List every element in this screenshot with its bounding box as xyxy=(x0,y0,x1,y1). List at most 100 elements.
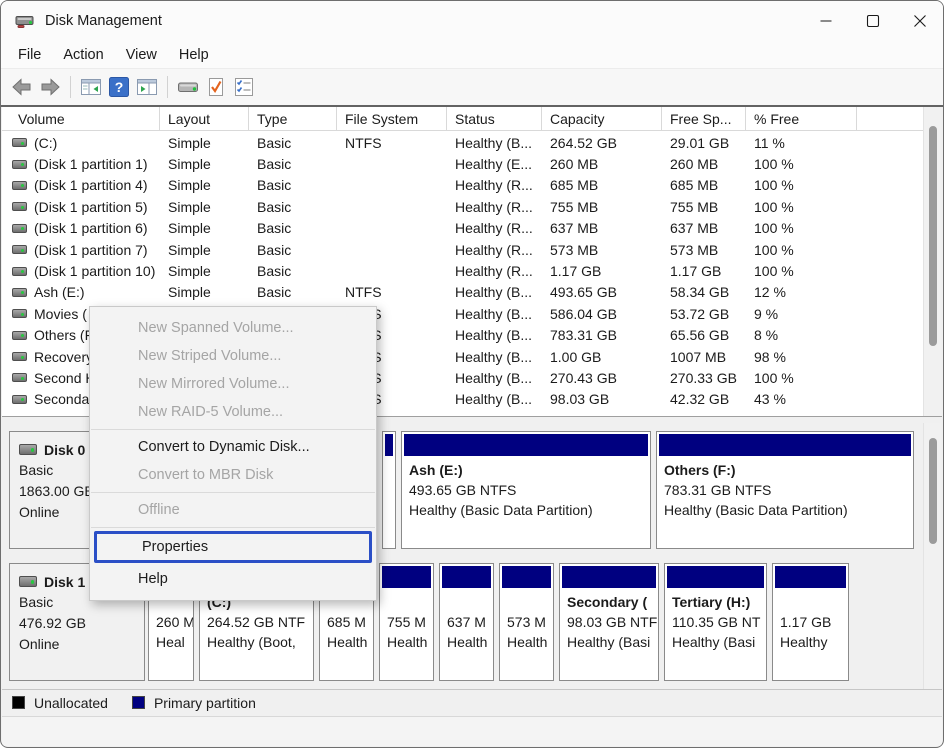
cell: 53.72 GB xyxy=(662,303,746,324)
show-console-tree-button[interactable] xyxy=(77,73,105,101)
partition-size: 783.31 GB NTFS xyxy=(664,480,909,500)
volume-name: Second H xyxy=(34,370,95,386)
context-menu-item-offline: Offline xyxy=(90,496,376,524)
show-action-pane-button[interactable] xyxy=(133,73,161,101)
cell: 100 % xyxy=(746,260,857,281)
partition-size: 685 M xyxy=(327,612,369,632)
column-header-type[interactable]: Type xyxy=(249,107,337,130)
column-header-free[interactable]: % Free xyxy=(746,107,857,130)
partition-body: Tertiary (H:)110.35 GB NTHealthy (Basi xyxy=(665,590,766,652)
column-header-capacity[interactable]: Capacity xyxy=(542,107,662,130)
partition-health: Heal xyxy=(156,632,189,652)
volume-cell: (C:) xyxy=(2,132,160,153)
graph-scrollbar-thumb[interactable] xyxy=(929,438,937,544)
table-row[interactable]: (C:)SimpleBasicNTFSHealthy (B...264.52 G… xyxy=(2,132,923,153)
graph-scrollbar[interactable] xyxy=(923,423,941,689)
context-menu-item-properties[interactable]: Properties xyxy=(94,531,372,563)
menu-view[interactable]: View xyxy=(115,44,168,66)
partition-name: Ash (E:) xyxy=(409,460,646,480)
partition-block[interactable]: Others (F:)783.31 GB NTFSHealthy (Basic … xyxy=(656,431,914,549)
context-menu-item-convert-to-dynamic-disk[interactable]: Convert to Dynamic Disk... xyxy=(90,433,376,461)
column-header-status[interactable]: Status xyxy=(447,107,542,130)
partition-block[interactable]: 573 MHealth xyxy=(499,563,554,681)
back-button[interactable] xyxy=(8,73,36,101)
list-scrollbar[interactable] xyxy=(923,107,941,416)
cell: Simple xyxy=(160,175,249,196)
partition-size: 264.52 GB NTF xyxy=(207,612,309,632)
partition-body: 637 MHealth xyxy=(440,590,493,652)
cell: 100 % xyxy=(746,367,857,388)
cell: 11 % xyxy=(746,132,857,153)
menu-action[interactable]: Action xyxy=(52,44,114,66)
maximize-button[interactable] xyxy=(849,1,896,41)
column-header-free-sp[interactable]: Free Sp... xyxy=(662,107,746,130)
disk-drive-icon xyxy=(19,444,37,455)
context-menu-item-help[interactable]: Help xyxy=(90,565,376,593)
cell: Healthy (B... xyxy=(447,325,542,346)
legend-item: Primary partition xyxy=(132,695,256,711)
partition-body: Secondary (98.03 GB NTFHealthy (Basi xyxy=(560,590,658,652)
cell: 270.43 GB xyxy=(542,367,662,388)
cell: 1.17 GB xyxy=(662,260,746,281)
titlebar: Disk Management xyxy=(1,1,943,41)
disk-management-icon xyxy=(15,13,35,29)
volume-icon xyxy=(12,202,27,211)
minimize-button[interactable] xyxy=(802,1,849,41)
cell: Basic xyxy=(249,218,337,239)
volume-cell: (Disk 1 partition 4) xyxy=(2,175,160,196)
column-header-layout[interactable]: Layout xyxy=(160,107,249,130)
table-row[interactable]: (Disk 1 partition 10)SimpleBasicHealthy … xyxy=(2,260,923,281)
cell: Healthy (R... xyxy=(447,218,542,239)
window-title: Disk Management xyxy=(45,13,162,29)
partition-block[interactable]: Secondary (98.03 GB NTFHealthy (Basi xyxy=(559,563,659,681)
options-list-button[interactable] xyxy=(230,73,258,101)
cell: 9 % xyxy=(746,303,857,324)
menu-help[interactable]: Help xyxy=(168,44,220,66)
partition-size: 260 M xyxy=(156,612,189,632)
partition-block[interactable]: 1.17 GBHealthy xyxy=(772,563,849,681)
partition-block[interactable]: Ash (E:)493.65 GB NTFSHealthy (Basic Dat… xyxy=(401,431,651,549)
help-button[interactable]: ? xyxy=(105,73,133,101)
column-header-file-system[interactable]: File System xyxy=(337,107,447,130)
list-scrollbar-thumb[interactable] xyxy=(929,126,937,346)
partition-health: Healthy (Boot, xyxy=(207,632,309,652)
table-row[interactable]: (Disk 1 partition 4)SimpleBasicHealthy (… xyxy=(2,175,923,196)
volume-name: (Disk 1 partition 6) xyxy=(34,220,148,236)
partition-block[interactable] xyxy=(382,431,396,549)
menu-separator xyxy=(91,429,375,430)
partition-color-bar xyxy=(502,566,551,588)
forward-button[interactable] xyxy=(36,73,64,101)
cell: Basic xyxy=(249,175,337,196)
cell xyxy=(337,239,447,260)
partition-size: 637 M xyxy=(447,612,489,632)
partition-block[interactable]: Tertiary (H:)110.35 GB NTHealthy (Basi xyxy=(664,563,767,681)
volume-cell: (Disk 1 partition 10) xyxy=(2,260,160,281)
table-row[interactable]: Ash (E:)SimpleBasicNTFSHealthy (B...493.… xyxy=(2,282,923,303)
column-header-volume[interactable]: Volume xyxy=(2,107,160,130)
partition-size: 573 M xyxy=(507,612,549,632)
disk-drive-icon xyxy=(177,78,199,96)
rescan-disks-button[interactable] xyxy=(174,73,202,101)
partition-name xyxy=(390,460,391,480)
table-row[interactable]: (Disk 1 partition 5)SimpleBasicHealthy (… xyxy=(2,196,923,217)
check-disk-button[interactable] xyxy=(202,73,230,101)
status-bar xyxy=(2,716,942,746)
table-row[interactable]: (Disk 1 partition 6)SimpleBasicHealthy (… xyxy=(2,218,923,239)
legend-item: Unallocated xyxy=(12,695,108,711)
table-row[interactable]: (Disk 1 partition 7)SimpleBasicHealthy (… xyxy=(2,239,923,260)
partition-color-bar xyxy=(385,434,393,456)
partition-color-bar xyxy=(442,566,491,588)
cell: Simple xyxy=(160,132,249,153)
volume-name: Seconda xyxy=(34,391,89,407)
partition-block[interactable]: 637 MHealth xyxy=(439,563,494,681)
close-icon xyxy=(909,10,931,32)
partition-block[interactable]: 755 MHealth xyxy=(379,563,434,681)
volume-icon xyxy=(12,309,27,318)
menu-file[interactable]: File xyxy=(7,44,52,66)
cell: 98.03 GB xyxy=(542,389,662,410)
table-row[interactable]: (Disk 1 partition 1)SimpleBasicHealthy (… xyxy=(2,153,923,174)
cell: 637 MB xyxy=(662,218,746,239)
disk-drive-icon xyxy=(19,576,37,587)
close-button[interactable] xyxy=(896,1,943,41)
check-document-icon xyxy=(206,77,226,97)
